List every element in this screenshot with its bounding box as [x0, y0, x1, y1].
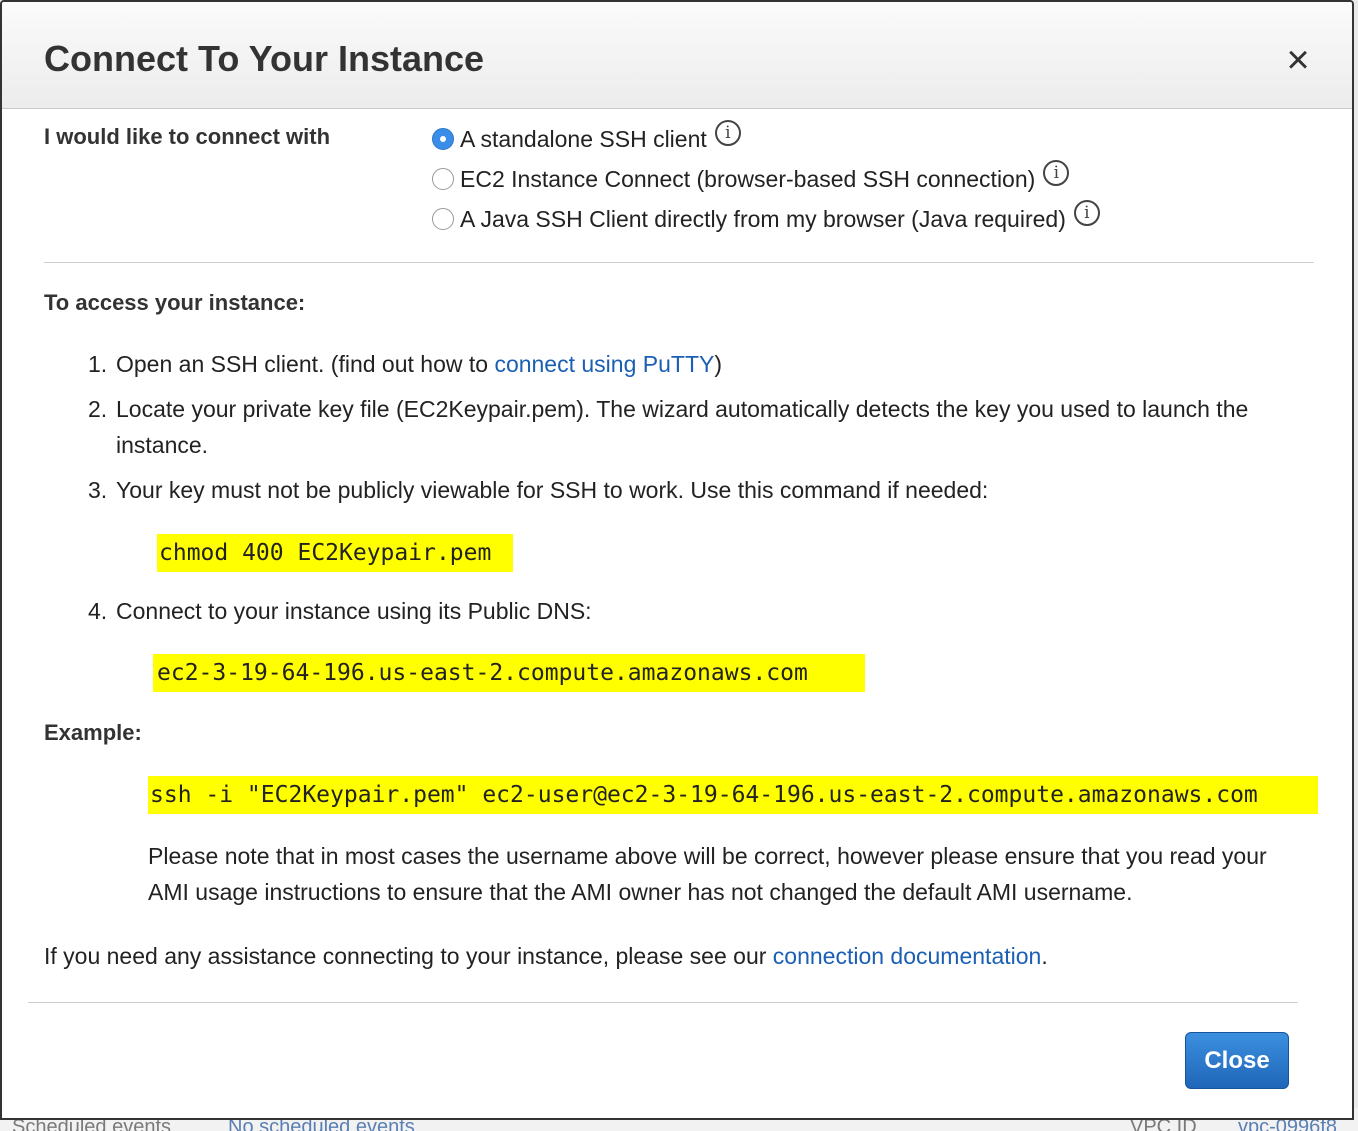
step-3-text: Your key must not be publicly viewable f…	[116, 477, 989, 503]
radio-ec2-instance-connect[interactable]	[432, 168, 454, 190]
option-label: EC2 Instance Connect (browser-based SSH …	[460, 165, 1036, 192]
putty-link[interactable]: connect using PuTTY	[494, 351, 714, 377]
info-icon[interactable]: i	[1073, 200, 1100, 226]
info-icon[interactable]: i	[1043, 160, 1070, 186]
dialog-title: Connect To Your Instance	[44, 38, 485, 79]
username-note: Please note that in most cases the usern…	[148, 843, 1267, 905]
section-divider	[44, 262, 1314, 263]
info-icon[interactable]: i	[714, 120, 741, 146]
step-number: 3.	[88, 477, 108, 503]
connect-with-label: I would like to connect with	[44, 124, 331, 149]
chmod-command: chmod 400 EC2Keypair.pem	[157, 534, 513, 572]
access-heading: To access your instance:	[44, 290, 306, 315]
step-2-line-1: Locate your private key file (EC2Keypair…	[116, 396, 1249, 422]
assist-text: If you need any assistance connecting to…	[44, 943, 773, 969]
radio-java-ssh-client[interactable]	[432, 208, 454, 230]
option-java-ssh-client[interactable]: A Java SSH Client directly from my brows…	[432, 200, 1100, 235]
connection-documentation-link[interactable]: connection documentation	[773, 943, 1042, 969]
step-number: 4.	[88, 598, 108, 624]
example-ssh-command: ssh -i "EC2Keypair.pem" ec2-user@ec2-3-1…	[148, 776, 1318, 814]
option-ec2-instance-connect[interactable]: EC2 Instance Connect (browser-based SSH …	[432, 160, 1070, 195]
step-number: 1.	[88, 351, 108, 377]
dialog-header: Connect To Your Instance ×	[2, 2, 1352, 109]
step-1: 1. Open an SSH client. (find out how to …	[88, 346, 1318, 382]
step-2: 2. Locate your private key file (EC2Keyp…	[88, 391, 1328, 463]
step-4: 4. Connect to your instance using its Pu…	[88, 593, 1318, 629]
step-2-line-2: instance.	[116, 432, 209, 458]
step-1-text: Open an SSH client. (find out how to	[116, 351, 495, 377]
step-1-after: )	[714, 351, 723, 377]
option-label: A Java SSH Client directly from my brows…	[460, 205, 1066, 232]
step-4-text: Connect to your instance using its Publi…	[116, 598, 592, 624]
close-button[interactable]: Close	[1185, 1032, 1289, 1089]
option-standalone-ssh[interactable]: A standalone SSH client i	[432, 120, 741, 155]
example-heading: Example:	[44, 720, 142, 745]
assist-after: .	[1041, 943, 1048, 969]
option-label: A standalone SSH client	[460, 125, 707, 152]
public-dns: ec2-3-19-64-196.us-east-2.compute.amazon…	[153, 654, 865, 692]
step-3: 3. Your key must not be publicly viewabl…	[88, 472, 1318, 508]
connect-dialog: Connect To Your Instance × I would like …	[0, 0, 1354, 1120]
step-number: 2.	[88, 396, 108, 422]
step-text: Open an SSH client. (find out how to con…	[116, 346, 722, 382]
footer-divider	[28, 1002, 1298, 1003]
close-icon[interactable]: ×	[1278, 40, 1318, 80]
assistance-text: If you need any assistance connecting to…	[44, 938, 1048, 974]
radio-standalone-ssh[interactable]	[432, 128, 454, 150]
